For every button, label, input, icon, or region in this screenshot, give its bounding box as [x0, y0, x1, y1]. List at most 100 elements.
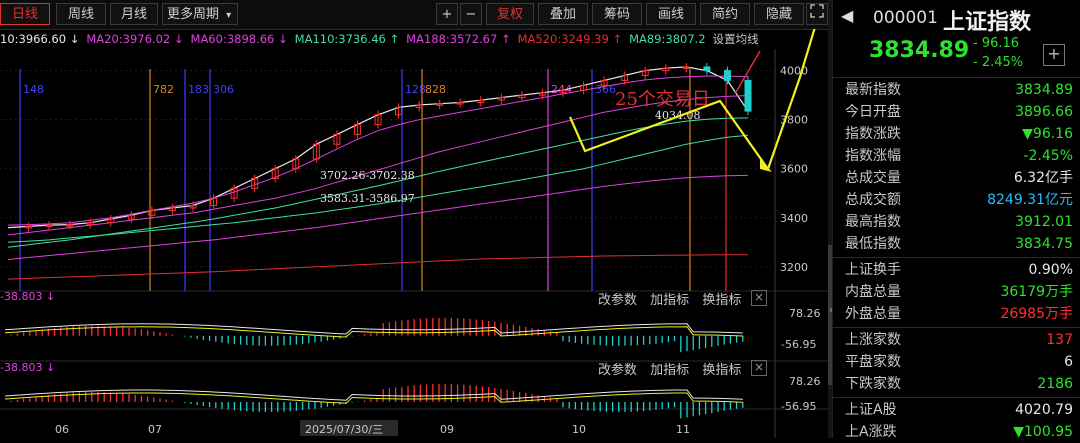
- price-change: - 96.16: [973, 36, 1020, 51]
- sub1-change-params[interactable]: 改参数: [598, 293, 637, 308]
- y-tick-label: 3400: [780, 212, 808, 225]
- sub1-close-icon[interactable]: ×: [751, 290, 767, 306]
- zoom-in-button[interactable]: +: [436, 3, 458, 25]
- sub2-ybottom: -56.95: [781, 400, 817, 413]
- x-tick-label: 09: [440, 423, 454, 436]
- quote-label: 最高指数: [845, 214, 901, 230]
- chart-annotation: 3702.26-3702.38: [320, 169, 415, 182]
- quote-row: 今日开盘 3896.66: [843, 102, 1077, 123]
- quote-label: 最新指数: [845, 82, 901, 98]
- sub1-ybottom: -56.95: [781, 338, 817, 351]
- hide-button[interactable]: 隐藏: [754, 3, 804, 25]
- tab-weekly[interactable]: 周线: [56, 3, 106, 25]
- sub1-ytop: 78.26: [789, 307, 821, 320]
- chips-button[interactable]: 筹码: [592, 3, 642, 25]
- divider: [833, 397, 1080, 398]
- quote-value: ▼100.95: [1013, 424, 1073, 440]
- quote-label: 上涨家数: [845, 332, 901, 348]
- quote-value: 3896.66: [1015, 104, 1073, 120]
- quote-value: 26985万手: [1000, 306, 1073, 322]
- price-change-pct: - 2.45%: [973, 55, 1024, 70]
- tab-daily[interactable]: 日线: [0, 3, 50, 25]
- draw-line-button[interactable]: 画线: [646, 3, 696, 25]
- x-tick-label: 07: [148, 423, 162, 436]
- candle-body: [703, 66, 711, 72]
- vertical-marker-label: 183: [188, 83, 209, 96]
- plus-icon[interactable]: +: [1043, 44, 1065, 66]
- vertical-marker-label: 128: [405, 83, 426, 96]
- quote-label: 指数涨幅: [845, 148, 901, 164]
- prev-symbol-icon[interactable]: ◀: [841, 6, 853, 25]
- chart-toolbar: 日线 周线 月线 更多周期 ▾ + − 复权 叠加 筹码 画线 简约 隐藏: [0, 0, 828, 30]
- simple-button[interactable]: 简约: [700, 3, 750, 25]
- chart-annotation: 3583.31-3586.97: [320, 192, 415, 205]
- quote-label: 内盘总量: [845, 284, 901, 300]
- sub1-switch-indicator[interactable]: 换指标: [702, 293, 741, 308]
- quote-row: 最高指数 3912.01: [843, 212, 1077, 233]
- overlay-button[interactable]: 叠加: [538, 3, 588, 25]
- quote-value: 6: [1064, 354, 1073, 370]
- quote-value: 2186: [1037, 376, 1073, 392]
- quote-row: 上证换手 0.90%: [843, 260, 1077, 281]
- symbol-code: 000001: [873, 8, 938, 28]
- quote-label: 最低指数: [845, 236, 901, 252]
- sub2-close-icon[interactable]: ×: [751, 360, 767, 376]
- vertical-marker-label: 306: [213, 83, 234, 96]
- quote-row: 外盘总量 26985万手: [843, 304, 1077, 325]
- vertical-marker-label: 782: [153, 83, 174, 96]
- quote-row: 上A涨跌 ▼100.95: [843, 422, 1077, 443]
- tab-monthly[interactable]: 月线: [110, 3, 158, 25]
- quote-row: 总成交额 8249.31亿元: [843, 190, 1077, 211]
- sub2-switch-indicator[interactable]: 换指标: [702, 363, 741, 378]
- divider: [833, 257, 1080, 258]
- quote-value: 6.32亿手: [1013, 170, 1073, 186]
- quote-label: 上证换手: [845, 262, 901, 278]
- quote-row: 指数涨跌 ▼96.16: [843, 124, 1077, 145]
- sub2-change-params[interactable]: 改参数: [598, 363, 637, 378]
- x-tick-label: 2025/07/30/三: [305, 423, 383, 436]
- x-tick-label: 06: [55, 423, 69, 436]
- quote-label: 总成交量: [845, 170, 901, 186]
- x-tick-label: 10: [572, 423, 586, 436]
- divider: [833, 77, 1080, 78]
- sub1-tools: 改参数 加指标 换指标: [598, 289, 741, 308]
- quote-label: 平盘家数: [845, 354, 901, 370]
- divider: [833, 327, 1080, 328]
- quote-value: -2.45%: [1023, 148, 1073, 164]
- restore-rights-button[interactable]: 复权: [486, 3, 534, 25]
- x-tick-label: 11: [676, 423, 690, 436]
- quote-label: 外盘总量: [845, 306, 901, 322]
- quote-value: 4020.79: [1015, 402, 1073, 418]
- sub1-value: -38.803 ↓: [0, 290, 56, 303]
- quote-row: 上涨家数 137: [843, 330, 1077, 351]
- quote-value: 3834.89: [1015, 82, 1073, 98]
- quote-value: 3834.75: [1015, 236, 1073, 252]
- quote-label: 上A涨跌: [845, 424, 897, 440]
- quote-label: 总成交额: [845, 192, 901, 208]
- quote-label: 下跌家数: [845, 376, 901, 392]
- quote-value: 0.90%: [1028, 262, 1073, 278]
- quote-value: ▼96.16: [1022, 126, 1073, 142]
- quote-label: 今日开盘: [845, 104, 901, 120]
- quote-row: 最低指数 3834.75: [843, 234, 1077, 255]
- sub2-tools: 改参数 加指标 换指标: [598, 359, 741, 378]
- quote-value: 137: [1046, 332, 1073, 348]
- expand-icon[interactable]: [806, 3, 828, 25]
- quote-row: 上证A股 4020.79: [843, 400, 1077, 421]
- tab-more-periods[interactable]: 更多周期 ▾: [162, 3, 238, 25]
- sub2-add-indicator[interactable]: 加指标: [650, 363, 689, 378]
- y-tick-label: 3200: [780, 261, 808, 274]
- vertical-marker-label: 148: [23, 83, 44, 96]
- quote-row: 指数涨幅 -2.45%: [843, 146, 1077, 167]
- y-tick-label: 3600: [780, 163, 808, 176]
- zoom-out-button[interactable]: −: [460, 3, 482, 25]
- sub1-add-indicator[interactable]: 加指标: [650, 293, 689, 308]
- chart-annotation: 25个交易日: [615, 89, 710, 110]
- quote-row: 下跌家数 2186: [843, 374, 1077, 395]
- chevron-down-icon: ▾: [226, 10, 232, 21]
- sub2-ytop: 78.26: [789, 375, 821, 388]
- vertical-marker-label: 828: [425, 83, 446, 96]
- more-periods-label: 更多周期: [167, 7, 220, 22]
- quote-row: 平盘家数 6: [843, 352, 1077, 373]
- quote-row: 总成交量 6.32亿手: [843, 168, 1077, 189]
